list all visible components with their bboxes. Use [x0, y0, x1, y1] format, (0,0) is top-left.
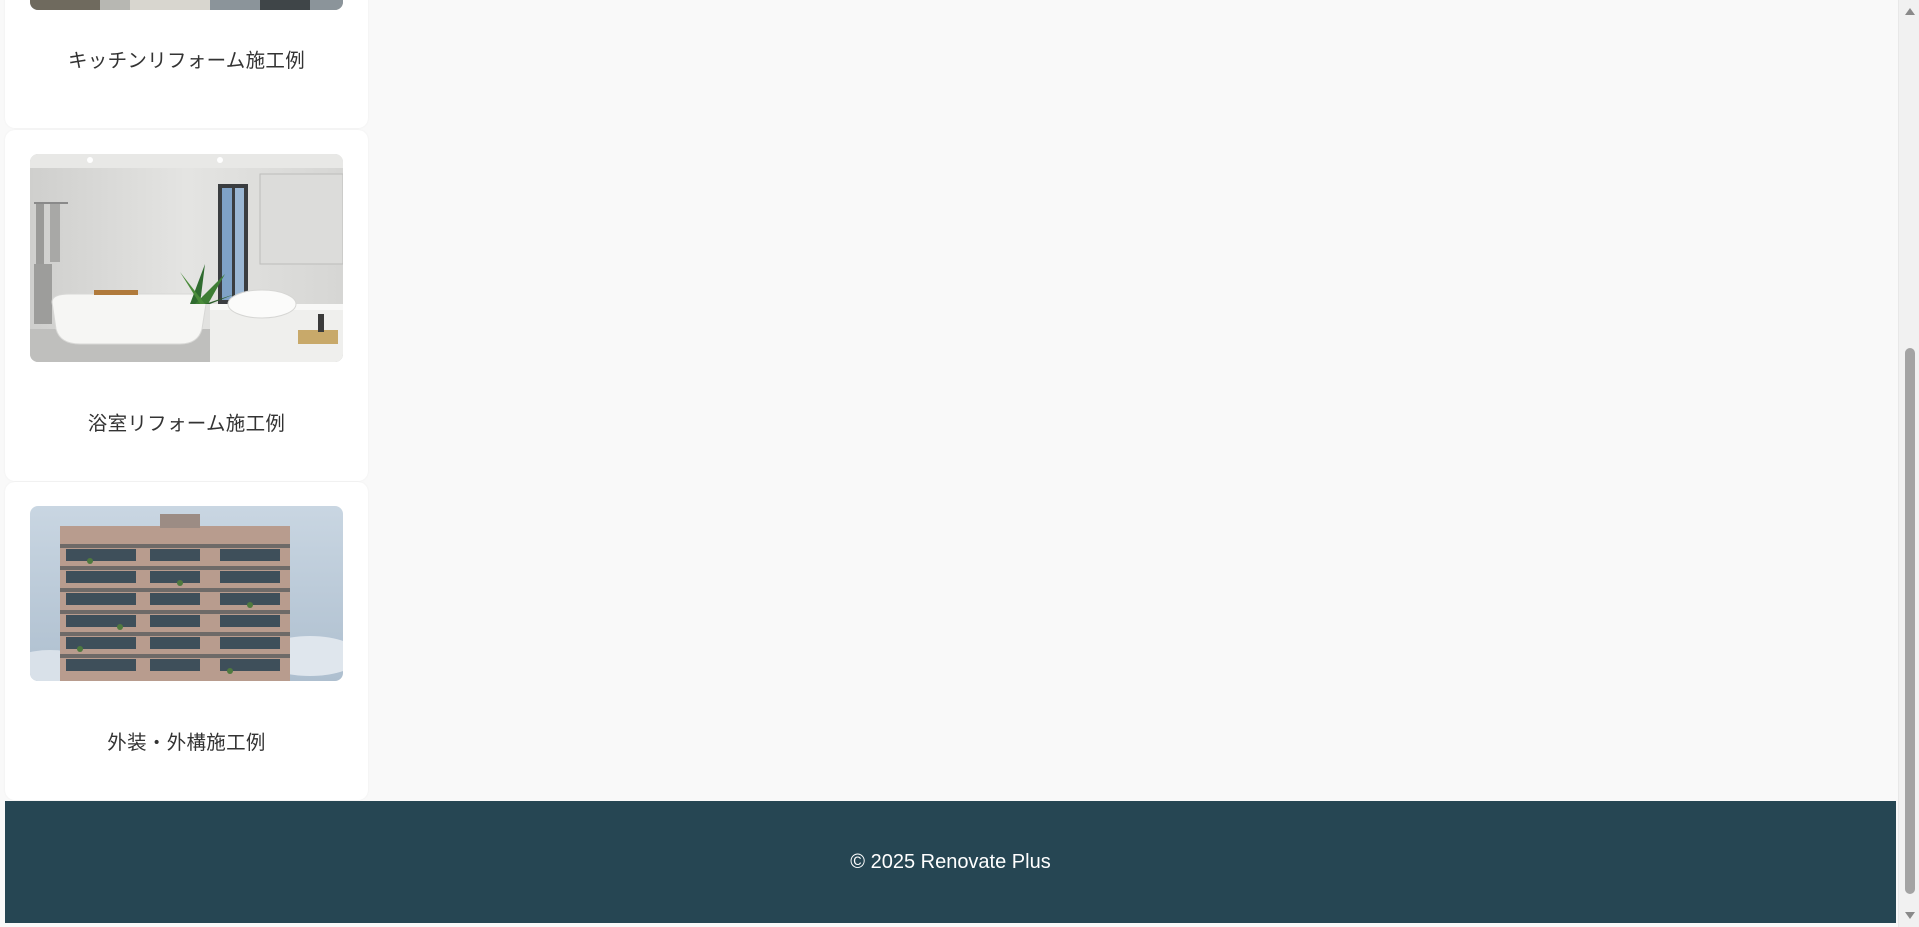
exterior-building-photo: [30, 506, 343, 681]
works-card-kitchen[interactable]: キッチンリフォーム施工例: [5, 0, 368, 128]
works-card-exterior[interactable]: 外装・外構施工例: [5, 482, 368, 800]
card-caption: 浴室リフォーム施工例: [87, 412, 286, 435]
card-caption: 外装・外構施工例: [107, 731, 266, 754]
kitchen-photo: [30, 0, 343, 10]
page: キッチンリフォーム施工例 浴室リフォーム施工例 外装・外構施工例 © 2025 …: [0, 0, 1898, 927]
card-caption: キッチンリフォーム施工例: [67, 49, 305, 72]
scroll-down-arrow-icon[interactable]: [1899, 907, 1919, 924]
footer-copyright: © 2025 Renovate Plus: [850, 850, 1051, 873]
vertical-scrollbar[interactable]: [1898, 0, 1919, 927]
works-card-bathroom[interactable]: 浴室リフォーム施工例: [5, 130, 368, 481]
site-footer: © 2025 Renovate Plus: [5, 801, 1896, 923]
scroll-up-arrow-icon[interactable]: [1899, 3, 1919, 20]
scroll-thumb[interactable]: [1905, 348, 1915, 894]
bathroom-photo: [30, 154, 343, 362]
